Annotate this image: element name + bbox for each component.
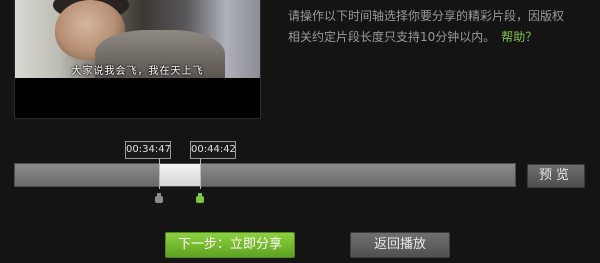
video-subtitle: 大家说我会飞，我在天上飞	[71, 66, 204, 77]
preview-button[interactable]: 预览	[527, 164, 585, 188]
next-share-button[interactable]: 下一步：立即分享	[165, 232, 295, 258]
help-link[interactable]: 帮助？	[501, 30, 537, 44]
end-handle-grip	[196, 196, 204, 203]
start-handle-grip	[155, 196, 163, 203]
back-to-play-button[interactable]: 返回播放	[350, 232, 450, 258]
start-marker-line	[159, 159, 160, 189]
timeline-selection[interactable]	[160, 164, 200, 186]
timeline-track[interactable]	[14, 163, 516, 187]
end-marker-line	[200, 159, 201, 189]
video-player[interactable]: 大家说我会飞，我在天上飞	[14, 0, 261, 119]
video-frame-image: 大家说我会飞，我在天上飞	[15, 0, 260, 78]
start-handle[interactable]	[155, 193, 163, 203]
start-time-label: 00:34:47	[125, 141, 171, 159]
share-instructions: 请操作以下时间轴选择你要分享的精彩片段，因版权相关约定片段长度只支持10分钟以内…	[288, 6, 568, 48]
end-handle[interactable]	[196, 193, 204, 203]
end-time-label: 00:44:42	[190, 141, 236, 159]
